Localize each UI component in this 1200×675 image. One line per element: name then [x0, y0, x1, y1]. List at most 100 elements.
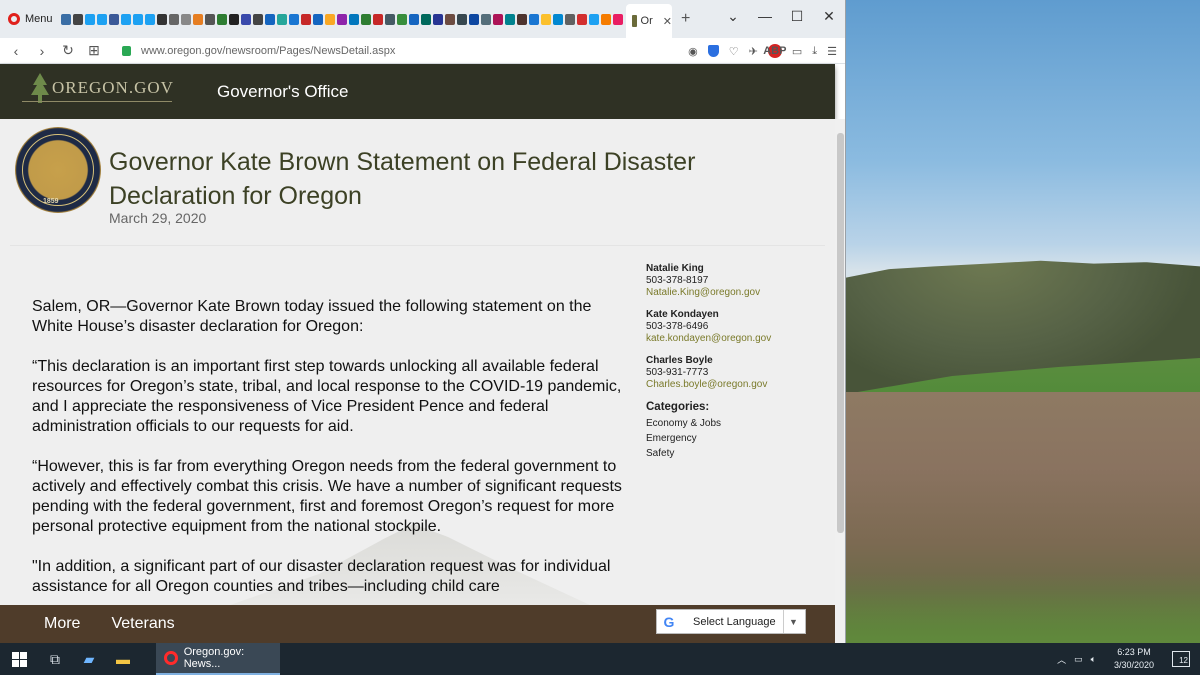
bookmark-icon[interactable]: [588, 13, 599, 25]
battery-icon[interactable]: ▭: [1074, 654, 1083, 665]
bookmark-icon[interactable]: [540, 13, 551, 25]
heart-icon[interactable]: ♡: [729, 45, 739, 58]
forward-icon[interactable]: ›: [34, 43, 50, 59]
bookmark-icon[interactable]: [180, 13, 191, 25]
bookmark-icon[interactable]: [312, 13, 323, 25]
task-view-icon[interactable]: ⧉: [38, 643, 72, 675]
bookmark-icon[interactable]: [276, 13, 287, 25]
bookmark-icon[interactable]: [60, 13, 71, 25]
bookmark-icon[interactable]: [468, 13, 479, 25]
bookmark-icon[interactable]: [528, 13, 539, 25]
reload-icon[interactable]: ↻: [60, 42, 76, 59]
bookmark-icon[interactable]: [264, 13, 275, 25]
bookmark-icon[interactable]: [336, 13, 347, 25]
bookmark-icon[interactable]: [408, 13, 419, 25]
bookmark-icon[interactable]: [192, 13, 203, 25]
bookmark-icon[interactable]: [252, 13, 263, 25]
category-link[interactable]: Safety: [646, 446, 826, 461]
bookmark-icon[interactable]: [240, 13, 251, 25]
taskbar-app-opera[interactable]: Oregon.gov: News...: [156, 643, 280, 675]
start-button[interactable]: [0, 643, 38, 675]
bookmark-icon[interactable]: [144, 13, 155, 25]
article-paragraph: “This declaration is an important first …: [32, 358, 622, 435]
reader-icon[interactable]: ▭: [792, 45, 802, 58]
bookmark-icon[interactable]: [504, 13, 515, 25]
opera-menu-button[interactable]: Menu: [0, 0, 61, 38]
clock[interactable]: 6:23 PM 3/30/2020: [1104, 646, 1164, 672]
bookmark-icon[interactable]: [300, 13, 311, 25]
bookmark-icon[interactable]: [576, 13, 587, 25]
category-link[interactable]: Emergency: [646, 431, 826, 446]
settings-sliders-icon[interactable]: ☰: [827, 45, 837, 58]
extension-icon[interactable]: ✈: [749, 45, 758, 58]
scrollbar-thumb[interactable]: [837, 133, 844, 533]
url-field[interactable]: www.oregon.gov/newsroom/Pages/NewsDetail…: [141, 45, 395, 57]
oregon-tree-favicon-icon: [632, 15, 637, 27]
action-center-icon[interactable]: 12: [1172, 651, 1190, 667]
bookmark-icon[interactable]: [204, 13, 215, 25]
bookmark-icon[interactable]: [72, 13, 83, 25]
download-icon[interactable]: ⤓: [812, 45, 817, 58]
window-controls: ⌄ — ☐ ✕: [717, 0, 845, 32]
bookmark-icon[interactable]: [156, 13, 167, 25]
language-select[interactable]: G Select Language ▼: [656, 609, 806, 634]
bookmark-icon[interactable]: [456, 13, 467, 25]
oregon-gov-logo[interactable]: OREGON.GOV: [0, 64, 195, 119]
bookmark-icon[interactable]: [96, 13, 107, 25]
bookmark-icon[interactable]: [324, 13, 335, 25]
bookmark-icon[interactable]: [288, 13, 299, 25]
category-link[interactable]: Economy & Jobs: [646, 416, 826, 431]
tabs-menu-chevron-icon[interactable]: ⌄: [717, 0, 749, 32]
bookmark-icon[interactable]: [396, 13, 407, 25]
close-tab-icon[interactable]: ✕: [663, 15, 672, 28]
contact-email-link[interactable]: Charles.boyle@oregon.gov: [646, 379, 826, 391]
bookmark-icon[interactable]: [360, 13, 371, 25]
office-name[interactable]: Governor's Office: [217, 82, 348, 102]
contact-phone: 503-378-8197: [646, 275, 709, 286]
bookmark-icon[interactable]: [132, 13, 143, 25]
bookmark-icon[interactable]: [372, 13, 383, 25]
contact-email-link[interactable]: Natalie.King@oregon.gov: [646, 287, 826, 299]
close-window-icon[interactable]: ✕: [813, 0, 845, 32]
bookmark-icon[interactable]: [120, 13, 131, 25]
bookmark-icon[interactable]: [216, 13, 227, 25]
camera-icon[interactable]: ◉: [688, 45, 698, 58]
bookmark-icon[interactable]: [552, 13, 563, 25]
bookmark-icon[interactable]: [444, 13, 455, 25]
maximize-icon[interactable]: ☐: [781, 0, 813, 32]
new-tab-plus-icon[interactable]: +: [681, 10, 690, 28]
categories-heading: Categories:: [646, 401, 710, 413]
seal-ring: [22, 134, 94, 206]
footer-link-more[interactable]: More: [44, 615, 80, 633]
volume-icon[interactable]: 🔈︎: [1091, 654, 1096, 665]
bookmark-icon[interactable]: [108, 13, 119, 25]
tab-label: Or: [640, 15, 653, 27]
back-icon[interactable]: ‹: [8, 43, 24, 59]
vpn-shield-icon[interactable]: [707, 45, 719, 57]
show-hidden-icons-chevron-icon[interactable]: ︿: [1057, 653, 1066, 666]
tab-oregon-gov[interactable]: Or ✕: [626, 4, 672, 38]
contact-card: Natalie King 503-378-8197 Natalie.King@o…: [646, 263, 826, 299]
bookmark-icon[interactable]: [168, 13, 179, 25]
bookmark-icon[interactable]: [432, 13, 443, 25]
bookmark-icon[interactable]: [84, 13, 95, 25]
bookmark-icon[interactable]: [228, 13, 239, 25]
bookmark-icon[interactable]: [600, 13, 611, 25]
speed-dial-grid-icon[interactable]: ⊞: [86, 42, 102, 59]
bookmark-icon[interactable]: [348, 13, 359, 25]
bookmark-icon[interactable]: [492, 13, 503, 25]
bookmark-icon[interactable]: [612, 13, 623, 25]
page-scrollbar[interactable]: [835, 119, 845, 643]
file-explorer-icon[interactable]: ▬: [106, 643, 140, 675]
contact-email-link[interactable]: kate.kondayen@oregon.gov: [646, 333, 826, 345]
browser-window: Menu Or ✕ + ⌄ — ☐ ✕ ‹ › ↻ ⊞ www.oregon.g…: [0, 0, 846, 643]
bookmark-icon[interactable]: [384, 13, 395, 25]
adblock-plus-icon[interactable]: ABP: [763, 44, 786, 58]
minimize-icon[interactable]: —: [749, 0, 781, 32]
footer-link-veterans[interactable]: Veterans: [111, 615, 174, 633]
bookmark-icon[interactable]: [420, 13, 431, 25]
bookmark-icon[interactable]: [480, 13, 491, 25]
bookmark-icon[interactable]: [516, 13, 527, 25]
notepad-icon[interactable]: ▰: [72, 643, 106, 675]
bookmark-icon[interactable]: [564, 13, 575, 25]
